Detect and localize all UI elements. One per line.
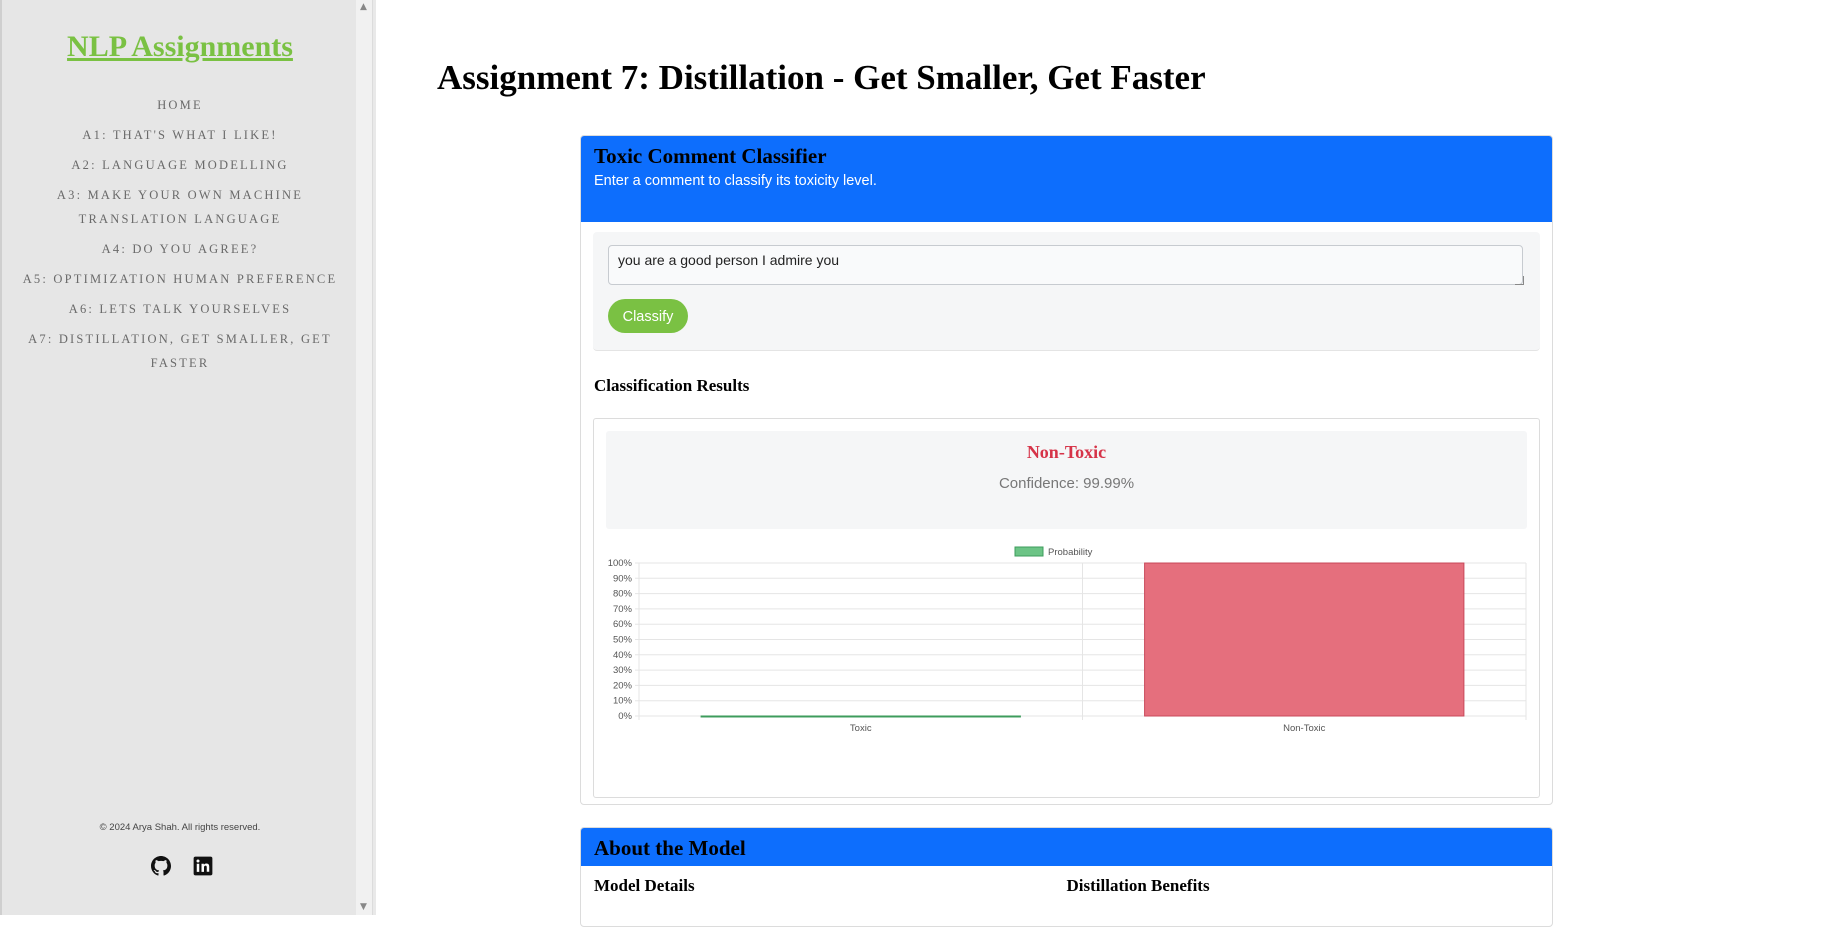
x-tick-label: Toxic [850,723,872,734]
classifier-header: Toxic Comment Classifier Enter a comment… [581,136,1552,222]
results-heading: Classification Results [594,376,750,395]
y-tick-label: 80% [613,589,633,600]
page-title: Assignment 7: Distillation - Get Smaller… [437,58,1206,97]
y-tick-label: 10% [613,696,633,707]
scroll-down-icon[interactable]: ▼ [360,902,367,912]
y-tick-label: 40% [613,650,633,661]
prediction-label: Non-Toxic [1026,442,1107,462]
y-tick-label: 50% [613,635,633,646]
legend-label: Probability [1048,547,1093,558]
about-columns: Model Details Distillation Benefits [581,866,1552,906]
scroll-up-icon[interactable]: ▲ [360,2,367,12]
classifier-card: Toxic Comment Classifier Enter a comment… [580,135,1553,805]
comment-input[interactable]: you are a good person I admire you [608,245,1523,285]
y-tick-label: 90% [613,573,633,584]
sidebar-item-a6[interactable]: A6: Lets Talk Yourselves [2,294,358,324]
prediction-box: Non-Toxic Confidence: 99.99% [606,431,1527,529]
divider [373,0,376,915]
classifier-title: Toxic Comment Classifier [594,144,827,168]
sidebar-item-a1[interactable]: A1: That's What I LIKE! [2,120,358,150]
about-card: About the Model Model Details Distillati… [580,827,1553,927]
sidebar-item-a7[interactable]: A7: Distillation, Get Smaller, Get Faste… [2,324,358,378]
probability-chart: Probability 0% 10% 20% 30% 40% 50% 60% 70% 80% 90%… [608,546,1527,734]
sidebar-item-a4[interactable]: A4: Do You AGREE? [2,234,358,264]
about-title: About the Model [594,836,746,860]
y-tick-label: 0% [618,711,632,722]
resize-handle-icon[interactable] [1515,276,1524,285]
y-tick-label: 100% [608,558,633,569]
results-panel: Non-Toxic Confidence: 99.99% Probability… [593,418,1540,798]
sidebar-item-home[interactable]: Home [2,90,358,120]
linkedin-icon[interactable] [193,856,213,876]
bar-non-toxic [1144,562,1465,717]
social-links [151,856,213,876]
sidebar-item-a3[interactable]: A3: Make Your Own Machine Translation La… [2,180,358,234]
sidebar: NLP Assignments Home A1: That's What I L… [0,0,356,915]
y-tick-label: 60% [613,619,633,630]
y-tick-label: 70% [613,604,633,615]
distillation-benefits-heading: Distillation Benefits [1066,876,1210,895]
confidence-text: Confidence: 99.99% [998,475,1135,492]
y-tick-label: 20% [613,680,633,691]
sidebar-footer: © 2024 Arya Shah. All rights reserved. [99,822,261,833]
legend-swatch [1014,546,1044,557]
x-tick-label: Non-Toxic [1283,723,1325,734]
site-title-link[interactable]: NLP Assignments [2,30,358,64]
bar-toxic [700,715,1021,718]
github-icon[interactable] [151,856,171,876]
sidebar-scrollbar[interactable]: ▲ ▼ [356,0,373,915]
sidebar-item-a2[interactable]: A2: Language Modelling [2,150,358,180]
sidebar-item-a5[interactable]: A5: Optimization Human Preference [2,264,358,294]
model-details-heading: Model Details [594,876,695,895]
classifier-subtitle: Enter a comment to classify its toxicity… [594,173,877,189]
classify-button[interactable]: Classify [608,299,688,333]
sidebar-nav: Home A1: That's What I LIKE! A2: Languag… [2,90,358,378]
y-tick-label: 30% [613,665,633,676]
input-form: you are a good person I admire you Class… [593,232,1540,351]
about-header: About the Model [581,828,1552,866]
